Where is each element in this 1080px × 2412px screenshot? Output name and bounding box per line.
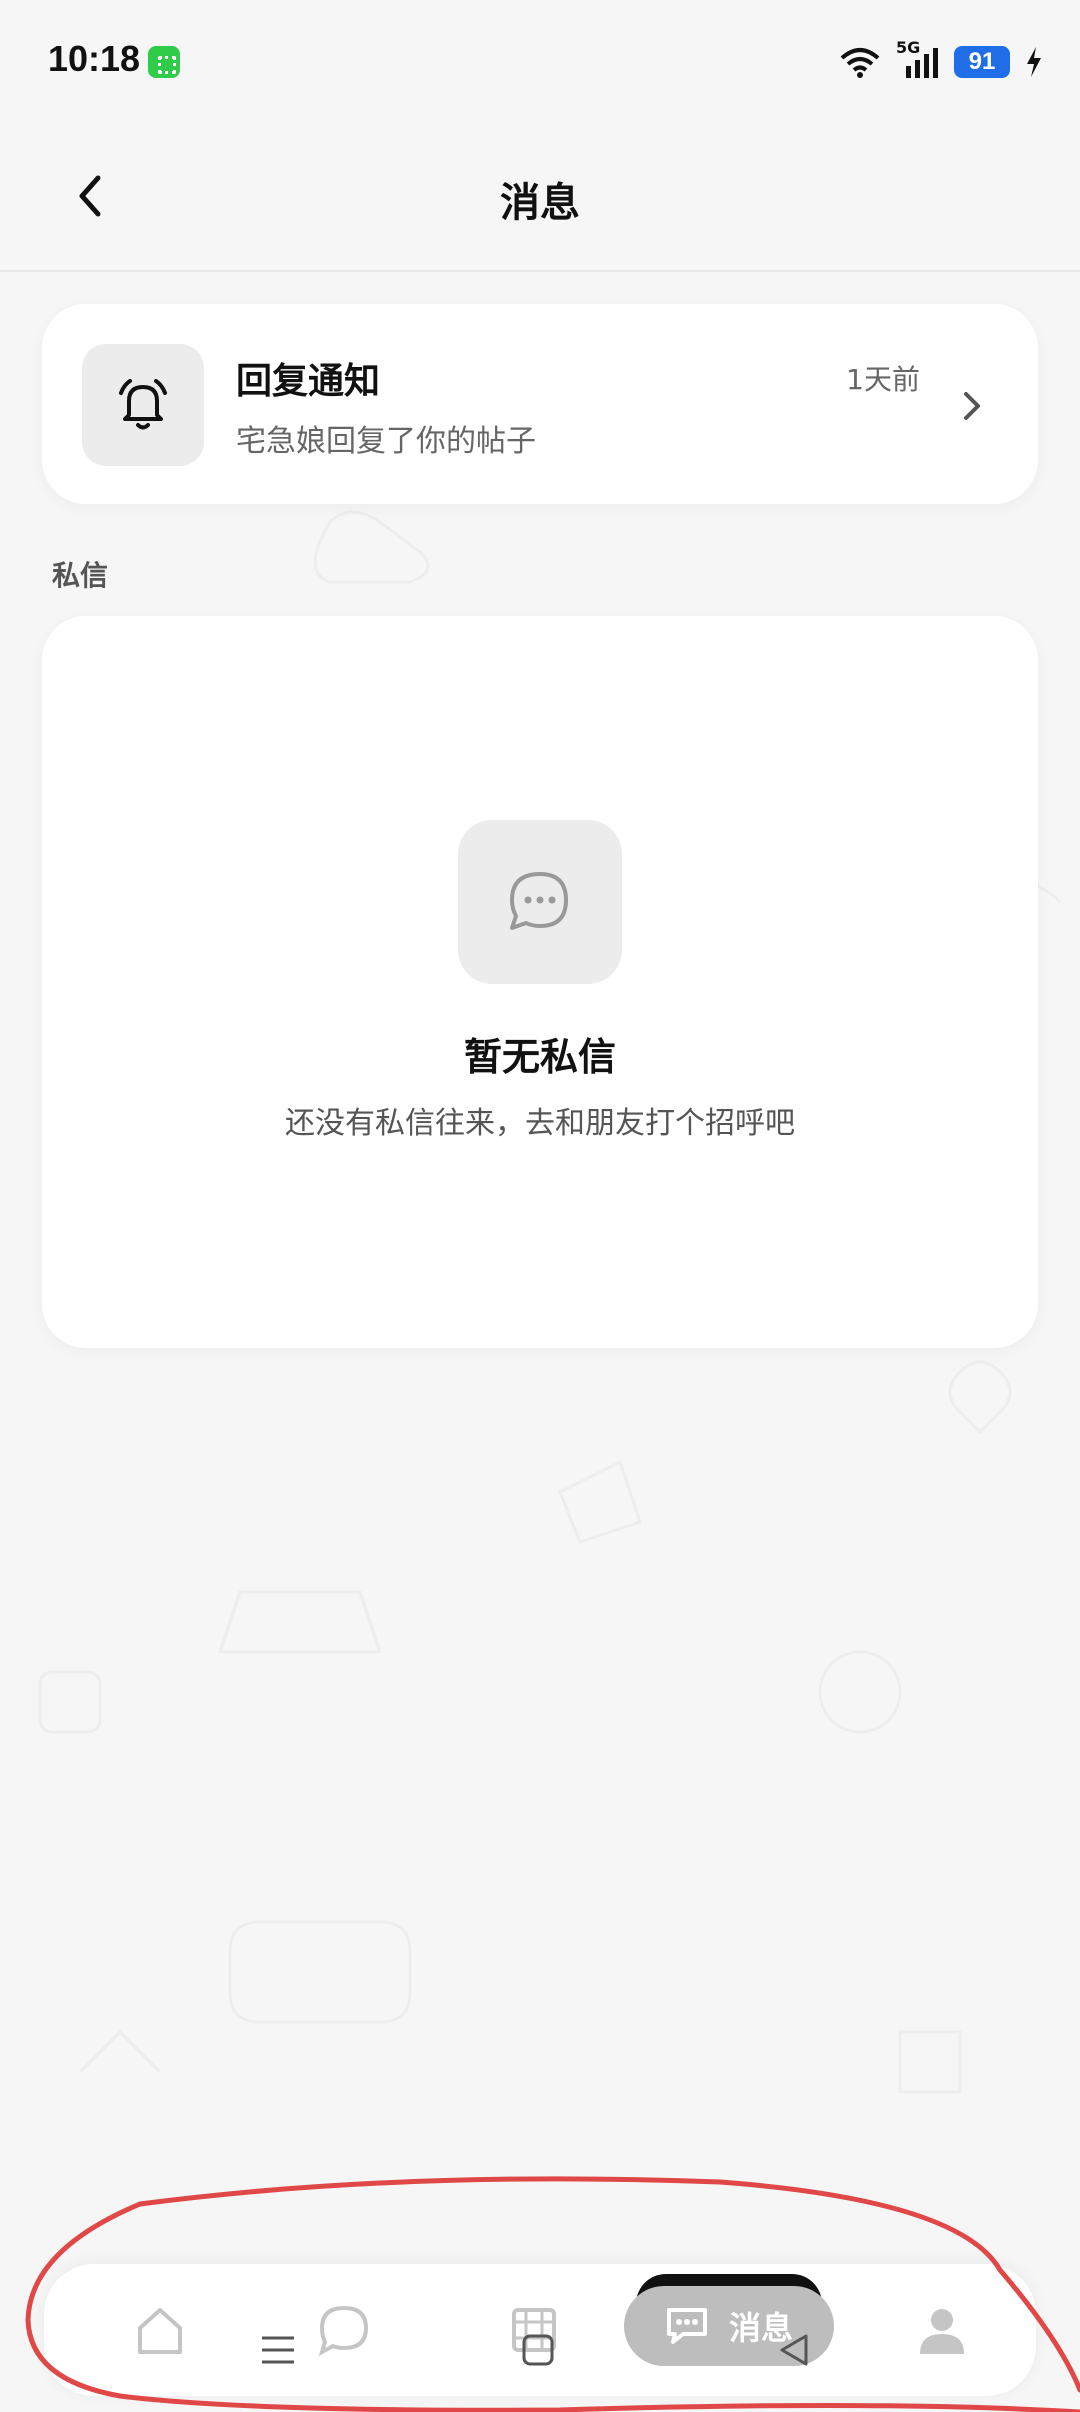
back-triangle-icon[interactable] — [774, 2330, 814, 2370]
status-bar: 10:18 5G 91 — [0, 0, 1080, 120]
charging-icon — [1027, 47, 1041, 77]
status-time: 10:18 — [48, 38, 141, 79]
empty-state-title: 暂无私信 — [463, 1035, 616, 1079]
chevron-right-icon — [964, 392, 980, 420]
notification-time: 1天前 — [846, 363, 920, 396]
reply-notification-card[interactable]: 回复通知 宅急娘回复了你的帖子 1天前 — [42, 304, 1038, 504]
system-navigation — [0, 2330, 1080, 2390]
app-notification-icon — [148, 46, 180, 78]
cellular-signal: 5G — [896, 38, 940, 80]
private-messages-section-label: 私信 — [52, 559, 109, 592]
status-indicators: 5G 91 — [838, 38, 1044, 84]
empty-icon-box — [458, 820, 622, 984]
chat-bubble-icon — [510, 872, 568, 930]
menu-icon[interactable] — [258, 2330, 298, 2370]
notification-title: 回复通知 — [236, 361, 381, 402]
notification-icon-box — [82, 344, 204, 466]
app-header: 消息 — [0, 120, 1080, 272]
bell-icon — [119, 379, 167, 430]
empty-state-description: 还没有私信往来，去和朋友打个招呼吧 — [285, 1106, 795, 1141]
private-messages-empty-card: 暂无私信 还没有私信往来，去和朋友打个招呼吧 — [42, 616, 1038, 1348]
home-square-icon[interactable] — [518, 2330, 558, 2370]
signal-bars-icon — [906, 48, 938, 78]
notification-subtitle: 宅急娘回复了你的帖子 — [236, 424, 536, 459]
wifi-icon — [840, 48, 880, 78]
page-title: 消息 — [500, 180, 580, 226]
battery-indicator: 91 — [954, 46, 1010, 78]
